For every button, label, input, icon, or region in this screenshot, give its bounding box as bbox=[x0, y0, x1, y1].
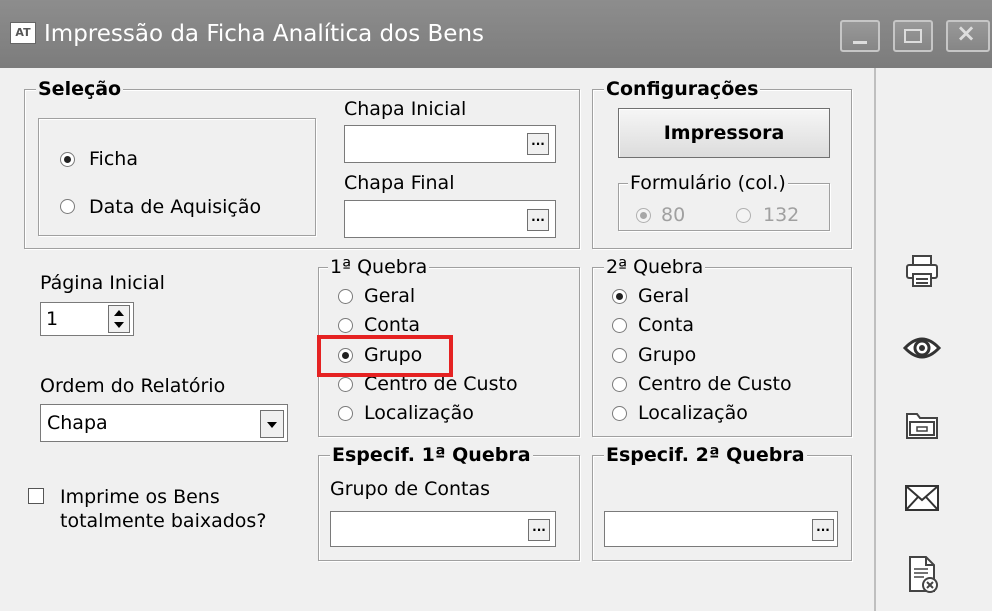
cancel-button[interactable] bbox=[892, 550, 952, 600]
pagina-inicial-value: 1 bbox=[46, 308, 59, 330]
quebra2-radio-conta[interactable] bbox=[612, 318, 627, 333]
impressora-button[interactable]: Impressora bbox=[618, 108, 830, 158]
spinner-arrows[interactable] bbox=[108, 305, 130, 333]
title-bar[interactable]: AT Impressão da Ficha Analítica dos Bens… bbox=[0, 0, 992, 68]
spinner-updown-icon bbox=[114, 310, 124, 328]
imprime-baixados-label-2: totalmente baixados? bbox=[60, 510, 267, 532]
preview-button[interactable] bbox=[892, 323, 952, 373]
pagina-inicial-label: Página Inicial bbox=[40, 272, 165, 294]
quebra2-radio-grupo[interactable] bbox=[612, 348, 627, 363]
quebra1-title: 1ª Quebra bbox=[328, 256, 430, 278]
radio-form-80-label: 80 bbox=[661, 204, 686, 226]
quebra1-radio-geral[interactable] bbox=[338, 289, 353, 304]
radio-data-aquisicao-label: Data de Aquisição bbox=[89, 196, 262, 218]
grupo-contas-lookup-button[interactable]: ... bbox=[528, 519, 550, 541]
especif2-title: Especif. 2ª Quebra bbox=[604, 444, 807, 466]
app-icon: AT bbox=[10, 22, 36, 44]
formulario-title: Formulário (col.) bbox=[628, 172, 788, 194]
open-folder-icon bbox=[906, 413, 938, 439]
chapa-inicial-field[interactable] bbox=[344, 125, 556, 163]
chapa-final-field[interactable] bbox=[344, 200, 556, 238]
open-file-button[interactable] bbox=[892, 400, 952, 450]
quebra2-label-geral: Geral bbox=[638, 285, 690, 307]
selecao-title: Seleção bbox=[36, 78, 124, 100]
especif2-field[interactable] bbox=[604, 511, 838, 547]
quebra1-label-geral: Geral bbox=[364, 285, 416, 307]
quebra2-label-centro-custo: Centro de Custo bbox=[638, 373, 792, 395]
chevron-down-icon bbox=[267, 422, 277, 428]
highlight-box bbox=[317, 335, 453, 377]
imprime-baixados-checkbox[interactable] bbox=[28, 488, 44, 504]
quebra2-label-localizacao: Localização bbox=[638, 402, 748, 424]
radio-form-80[interactable] bbox=[636, 208, 651, 223]
email-button[interactable] bbox=[892, 473, 952, 523]
email-envelope-icon bbox=[905, 485, 939, 511]
quebra2-label-conta: Conta bbox=[638, 314, 695, 336]
chapa-inicial-label: Chapa Inicial bbox=[344, 98, 467, 120]
maximize-button[interactable] bbox=[893, 20, 933, 52]
window-title: Impressão da Ficha Analítica dos Bens bbox=[44, 21, 485, 47]
close-button[interactable]: × bbox=[946, 19, 990, 52]
quebra2-title: 2ª Quebra bbox=[604, 256, 706, 278]
quebra2-radio-localizacao[interactable] bbox=[612, 406, 627, 421]
cancel-document-icon bbox=[909, 556, 938, 593]
quebra1-radio-conta[interactable] bbox=[338, 318, 353, 333]
configuracoes-title: Configurações bbox=[604, 78, 761, 100]
especif1-title: Especif. 1ª Quebra bbox=[330, 444, 533, 466]
ordem-relatorio-value: Chapa bbox=[47, 412, 108, 434]
grupo-contas-field[interactable] bbox=[330, 511, 556, 547]
radio-data-aquisicao[interactable] bbox=[60, 199, 75, 214]
chapa-inicial-lookup-button[interactable]: ... bbox=[527, 133, 549, 155]
impressora-button-label: Impressora bbox=[663, 122, 785, 144]
quebra2-label-grupo: Grupo bbox=[638, 344, 697, 366]
minimize-button[interactable] bbox=[840, 20, 880, 52]
quebra2-radio-centro-custo[interactable] bbox=[612, 377, 627, 392]
grupo-contas-label: Grupo de Contas bbox=[330, 478, 491, 500]
radio-ficha[interactable] bbox=[60, 152, 75, 167]
quebra1-label-localizacao: Localização bbox=[364, 402, 474, 424]
quebra2-radio-geral[interactable] bbox=[612, 289, 627, 304]
radio-form-132-label: 132 bbox=[763, 204, 800, 226]
ordem-dropdown-button[interactable] bbox=[260, 410, 284, 438]
preview-eye-icon bbox=[903, 337, 941, 359]
print-button[interactable] bbox=[892, 246, 952, 296]
selecao-options-box bbox=[38, 118, 316, 236]
chapa-final-lookup-button[interactable]: ... bbox=[527, 209, 549, 231]
radio-ficha-label: Ficha bbox=[89, 148, 138, 170]
close-icon: × bbox=[955, 19, 977, 47]
especif2-lookup-button[interactable]: ... bbox=[812, 519, 834, 541]
imprime-baixados-label-1: Imprime os Bens bbox=[60, 486, 220, 508]
quebra1-label-conta: Conta bbox=[364, 314, 421, 336]
radio-form-132[interactable] bbox=[736, 208, 751, 223]
quebra1-radio-centro-custo[interactable] bbox=[338, 377, 353, 392]
quebra1-radio-localizacao[interactable] bbox=[338, 406, 353, 421]
printer-icon bbox=[906, 255, 938, 287]
chapa-final-label: Chapa Final bbox=[344, 172, 455, 194]
ordem-relatorio-label: Ordem do Relatório bbox=[40, 375, 226, 397]
